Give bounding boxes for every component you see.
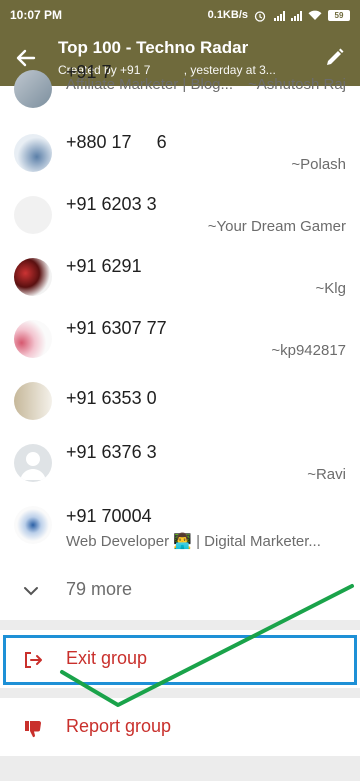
participant-phone: +880 17 6 [66, 132, 207, 152]
participant-phone: +91 6353 0 [66, 388, 202, 408]
view-more-label: 79 more [66, 579, 133, 599]
network-speed: 0.1KB/s [207, 9, 248, 21]
group-title: Top 100 - Techno Radar [58, 38, 249, 57]
list-item[interactable]: +91 70004 Web Developer 👨‍💻 | Digital Ma… [0, 492, 360, 554]
avatar [14, 320, 52, 358]
list-item[interactable]: +91 6291 ~Klg [0, 244, 360, 306]
battery-icon: 59 [328, 9, 350, 21]
avatar [14, 444, 52, 482]
participant-phone: +91 6291 [66, 256, 177, 276]
exit-icon [25, 652, 42, 668]
participant-phone: +91 6203 3 [66, 194, 192, 214]
status-icons: 0.1KB/s 59 [207, 9, 350, 22]
avatar [14, 382, 52, 420]
view-more-participants[interactable]: 79 more [0, 562, 360, 618]
bottom-spacer [0, 756, 360, 781]
participant-nick: ~Your Dream Gamer [207, 218, 346, 235]
participant-nick: ~Klg [315, 280, 346, 297]
report-group-label: Report group [66, 716, 172, 736]
exit-group-button[interactable]: Exit group [0, 630, 360, 688]
participant-nick: ~kp942817 [271, 342, 346, 359]
section-divider [0, 688, 360, 698]
alarm-icon [254, 10, 268, 22]
avatar [14, 258, 52, 296]
chevron-down-icon [24, 587, 38, 596]
status-time: 10:07 PM [10, 8, 63, 22]
participant-nick: ~Ashutosh Raj [248, 76, 346, 93]
participant-phone: +91 6307 77 [66, 318, 207, 338]
participant-phone: +91 6376 3 [66, 442, 202, 462]
list-item[interactable]: +91 6203 3 ~Your Dream Gamer [0, 182, 360, 244]
avatar [14, 196, 52, 234]
list-item[interactable]: +880 17 6 ~Polash [0, 120, 360, 182]
list-item[interactable]: +91 6353 0 [0, 368, 360, 430]
participant-about: Affiliate Marketer | Blog... [66, 76, 234, 93]
list-item[interactable]: +91 6307 77 ~kp942817 [0, 306, 360, 368]
exit-group-label: Exit group [66, 648, 148, 668]
default-avatar-icon [20, 452, 46, 480]
avatar [14, 70, 52, 108]
report-group-button[interactable]: Report group [0, 698, 360, 756]
signal-icon [274, 10, 285, 21]
status-bar: 10:07 PM 0.1KB/s 59 [0, 0, 360, 30]
wifi-icon [308, 10, 322, 21]
thumbs-down-icon [25, 721, 41, 738]
signal-icon-2 [291, 10, 302, 21]
section-divider [0, 620, 360, 630]
list-item[interactable]: +91 6376 3 ~Ravi [0, 430, 360, 492]
participant-nick: ~Ravi [307, 466, 346, 483]
participant-about: Web Developer 👨‍💻 | Digital Marketer... [66, 533, 321, 550]
avatar [14, 134, 52, 172]
participant-phone: +91 70004 [66, 506, 197, 526]
avatar [14, 506, 52, 544]
participant-nick: ~Polash [291, 156, 346, 173]
